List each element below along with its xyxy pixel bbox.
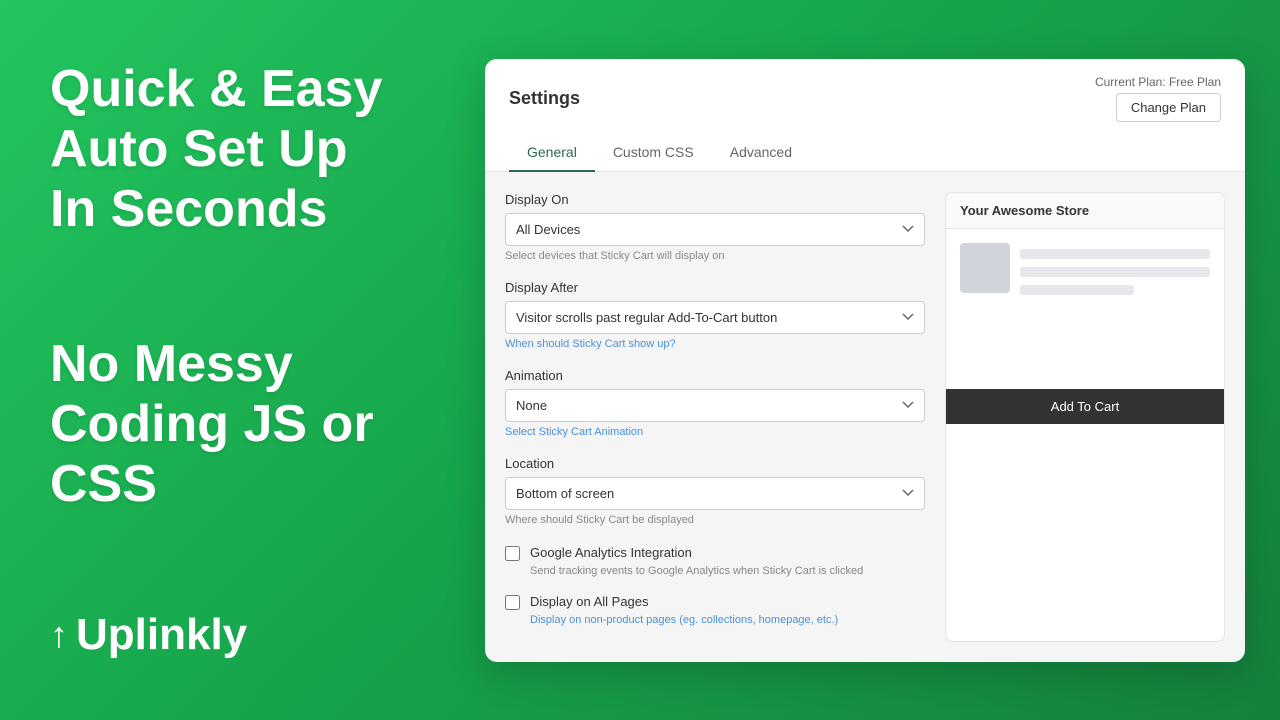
animation-hint: Select Sticky Cart Animation (505, 426, 925, 438)
animation-label: Animation (505, 368, 925, 383)
settings-header: Settings Current Plan: Free Plan Change … (485, 59, 1245, 172)
display-after-select[interactable]: Visitor scrolls past regular Add-To-Cart… (505, 301, 925, 334)
brand: ↑ Uplinkly (50, 610, 400, 660)
settings-panel: Settings Current Plan: Free Plan Change … (485, 59, 1245, 662)
settings-title: Settings (509, 88, 580, 109)
tab-advanced[interactable]: Advanced (712, 134, 810, 172)
display-after-hint: When should Sticky Cart show up? (505, 338, 925, 350)
display-on-select[interactable]: All Devices Desktop Only Mobile Only (505, 213, 925, 246)
google-analytics-group: Google Analytics Integration Send tracki… (505, 544, 925, 577)
preview-line-2 (1020, 267, 1210, 277)
tab-custom-css[interactable]: Custom CSS (595, 134, 712, 172)
tab-general[interactable]: General (509, 134, 595, 172)
display-on-group: Display On All Devices Desktop Only Mobi… (505, 192, 925, 262)
display-all-pages-label[interactable]: Display on All Pages (530, 594, 649, 609)
preview-add-to-cart: Add To Cart (946, 389, 1224, 424)
preview-product-image (960, 243, 1010, 293)
brand-arrow-icon: ↑ (50, 614, 68, 656)
plan-info: Current Plan: Free Plan Change Plan (1095, 75, 1221, 122)
preview-body (946, 229, 1224, 389)
settings-content: Display On All Devices Desktop Only Mobi… (485, 172, 1245, 662)
display-on-hint: Select devices that Sticky Cart will dis… (505, 250, 925, 262)
left-panel: Quick & Easy Auto Set Up In Seconds No M… (0, 0, 450, 720)
preview-product (960, 243, 1210, 295)
brand-name: Uplinkly (76, 610, 247, 660)
google-analytics-checkbox[interactable] (505, 546, 520, 561)
preview-panel: Your Awesome Store Add To Cart (945, 192, 1225, 642)
display-after-group: Display After Visitor scrolls past regul… (505, 280, 925, 350)
preview-store-name: Your Awesome Store (946, 193, 1224, 229)
location-hint: Where should Sticky Cart be displayed (505, 514, 925, 526)
change-plan-button[interactable]: Change Plan (1116, 93, 1221, 122)
settings-form: Display On All Devices Desktop Only Mobi… (505, 192, 945, 642)
display-all-pages-desc: Display on non-product pages (eg. collec… (530, 614, 838, 626)
secondary-headline: No Messy Coding JS or CSS (50, 335, 400, 514)
headline-text: Quick & Easy Auto Set Up In Seconds (50, 60, 400, 239)
current-plan-text: Current Plan: Free Plan (1095, 75, 1221, 89)
display-all-pages-group: Display on All Pages Display on non-prod… (505, 593, 925, 626)
location-group: Location Bottom of screen Top of screen … (505, 456, 925, 526)
google-analytics-desc: Send tracking events to Google Analytics… (530, 565, 863, 577)
tabs: General Custom CSS Advanced (509, 134, 1221, 171)
settings-container: Settings Current Plan: Free Plan Change … (450, 0, 1280, 720)
location-label: Location (505, 456, 925, 471)
display-after-label: Display After (505, 280, 925, 295)
display-on-label: Display On (505, 192, 925, 207)
location-select[interactable]: Bottom of screen Top of screen (505, 477, 925, 510)
google-analytics-label[interactable]: Google Analytics Integration (530, 545, 692, 560)
preview-line-3 (1020, 285, 1134, 295)
preview-line-1 (1020, 249, 1210, 259)
animation-group: Animation None Slide Up Fade In Select S… (505, 368, 925, 438)
preview-product-lines (1020, 249, 1210, 295)
display-all-pages-checkbox[interactable] (505, 595, 520, 610)
animation-select[interactable]: None Slide Up Fade In (505, 389, 925, 422)
